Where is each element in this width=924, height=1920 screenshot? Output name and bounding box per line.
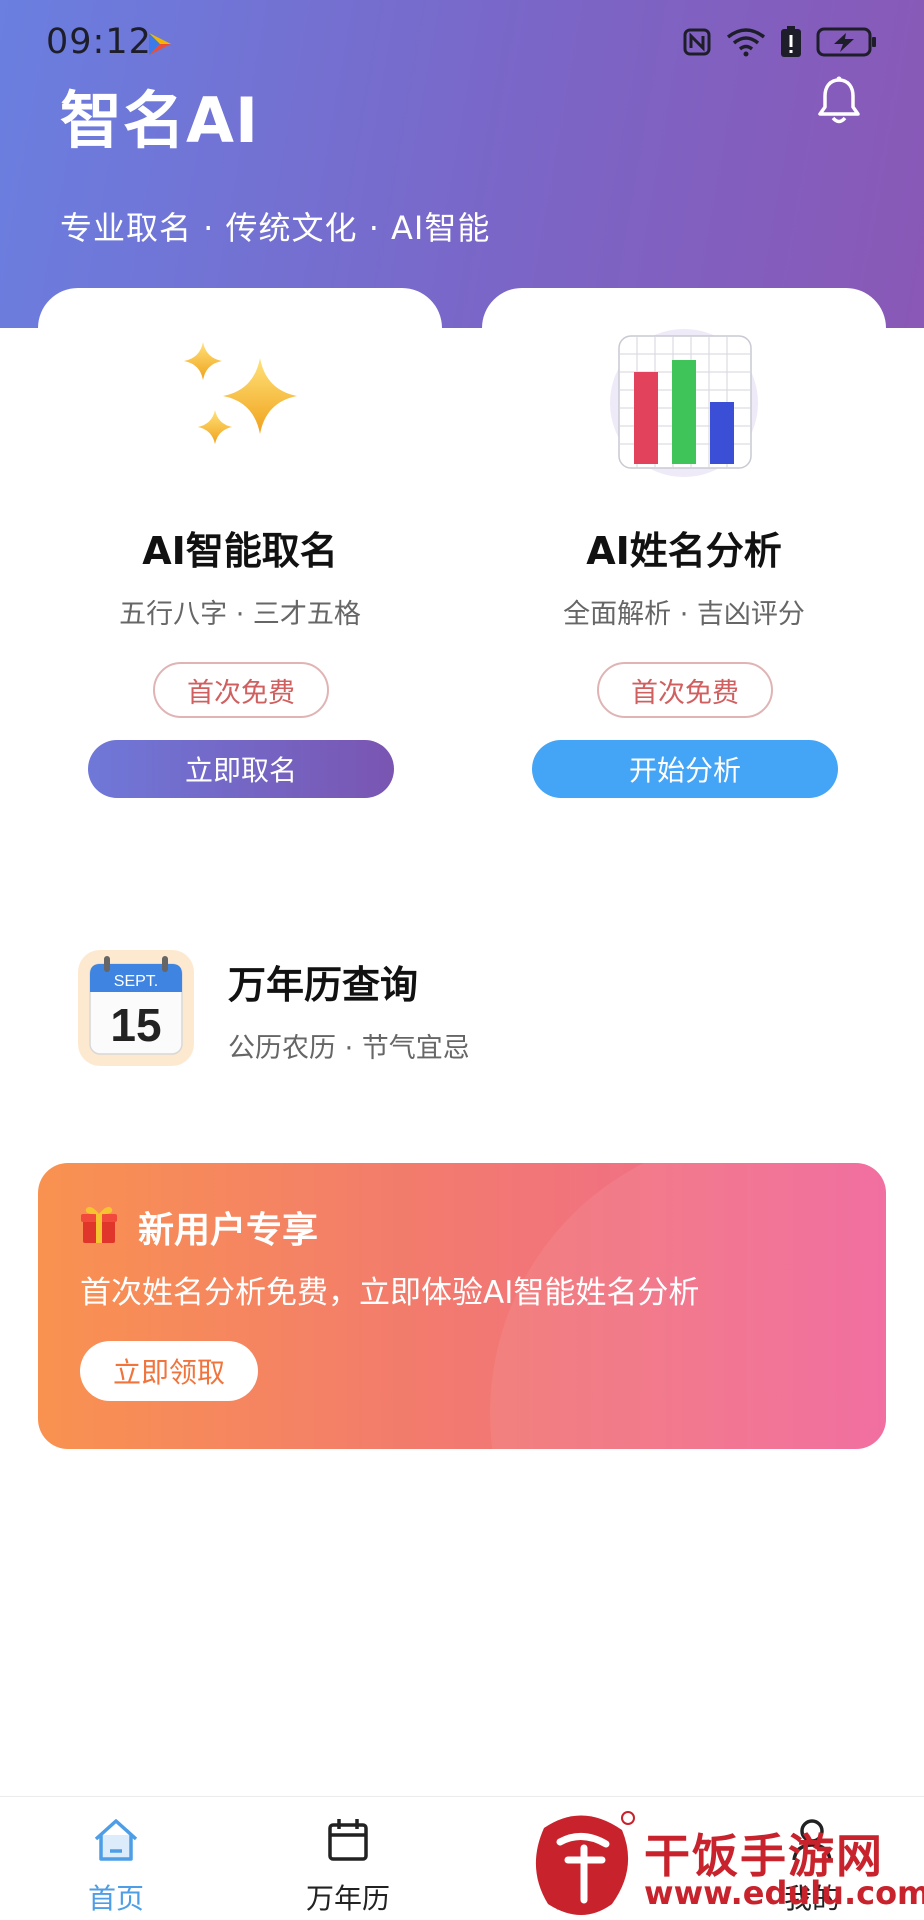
- tab-label: 订单: [551, 1882, 608, 1915]
- order-icon: [562, 1819, 598, 1861]
- calendar-icon: SEPT. 15: [78, 950, 194, 1066]
- sparkles-icon: [184, 342, 297, 444]
- slogan: 专业取名 · 传统文化 · AI智能: [60, 209, 491, 247]
- calendar-entry[interactable]: SEPT. 15 万年历查询 公历农历 · 节气宜忌: [76, 944, 856, 1074]
- header: 09:12 智名AI 专业取名 · 传统文化 · AI智能: [0, 0, 924, 328]
- calendar-icon: [328, 1819, 368, 1861]
- free-badge: 首次免费: [597, 662, 773, 718]
- calendar-day-text: 15: [110, 999, 161, 1051]
- battery-charging-icon: [816, 27, 876, 57]
- start-analysis-button[interactable]: 开始分析: [532, 740, 838, 798]
- card-title: AI智能取名: [142, 529, 338, 573]
- app-title: 智名AI: [60, 84, 260, 157]
- app-notification-icon: [149, 33, 171, 55]
- gift-icon: [81, 1206, 117, 1243]
- battery-alert-icon: [781, 26, 801, 57]
- name-analysis-card[interactable]: AI姓名分析 全面解析 · 吉凶评分 首次免费 开始分析: [482, 288, 886, 808]
- bell-icon[interactable]: [812, 74, 866, 128]
- card-subtitle: 全面解析 · 吉凶评分: [563, 599, 805, 630]
- free-badge: 首次免费: [153, 662, 329, 718]
- status-bar: 09:12: [0, 0, 924, 80]
- promo-title: 新用户专享: [138, 1210, 319, 1251]
- tab-label: 万年历: [305, 1882, 390, 1915]
- user-icon: [792, 1819, 832, 1861]
- new-user-promo-banner[interactable]: 新用户专享 首次姓名分析免费，立即体验AI智能姓名分析 立即领取: [38, 1163, 886, 1449]
- bottom-tab-bar: 首页 万年历 订单 我的: [0, 1796, 924, 1920]
- calendar-subtitle: 公历农历 · 节气宜忌: [228, 1033, 470, 1064]
- tab-home[interactable]: 首页: [36, 1797, 196, 1920]
- promo-description: 首次姓名分析免费，立即体验AI智能姓名分析: [80, 1275, 700, 1311]
- tab-calendar[interactable]: 万年历: [268, 1797, 428, 1920]
- calendar-title: 万年历查询: [228, 963, 419, 1007]
- tab-profile[interactable]: 我的: [732, 1797, 892, 1920]
- tab-label: 首页: [87, 1882, 144, 1915]
- wifi-icon: [726, 28, 766, 57]
- start-naming-button[interactable]: 立即取名: [88, 740, 394, 798]
- tab-orders[interactable]: 订单: [500, 1797, 660, 1920]
- card-title: AI姓名分析: [586, 529, 782, 573]
- nfc-icon: [683, 28, 711, 56]
- status-icons: [682, 26, 878, 58]
- bar-chart-icon: [610, 329, 758, 477]
- tab-label: 我的: [783, 1882, 840, 1915]
- ai-naming-card[interactable]: AI智能取名 五行八字 · 三才五格 首次免费 立即取名: [38, 288, 442, 808]
- claim-now-button[interactable]: 立即领取: [80, 1341, 258, 1401]
- calendar-month-text: SEPT.: [114, 973, 158, 990]
- card-subtitle: 五行八字 · 三才五格: [119, 599, 361, 630]
- status-time: 09:12: [46, 22, 152, 62]
- home-icon: [94, 1819, 138, 1861]
